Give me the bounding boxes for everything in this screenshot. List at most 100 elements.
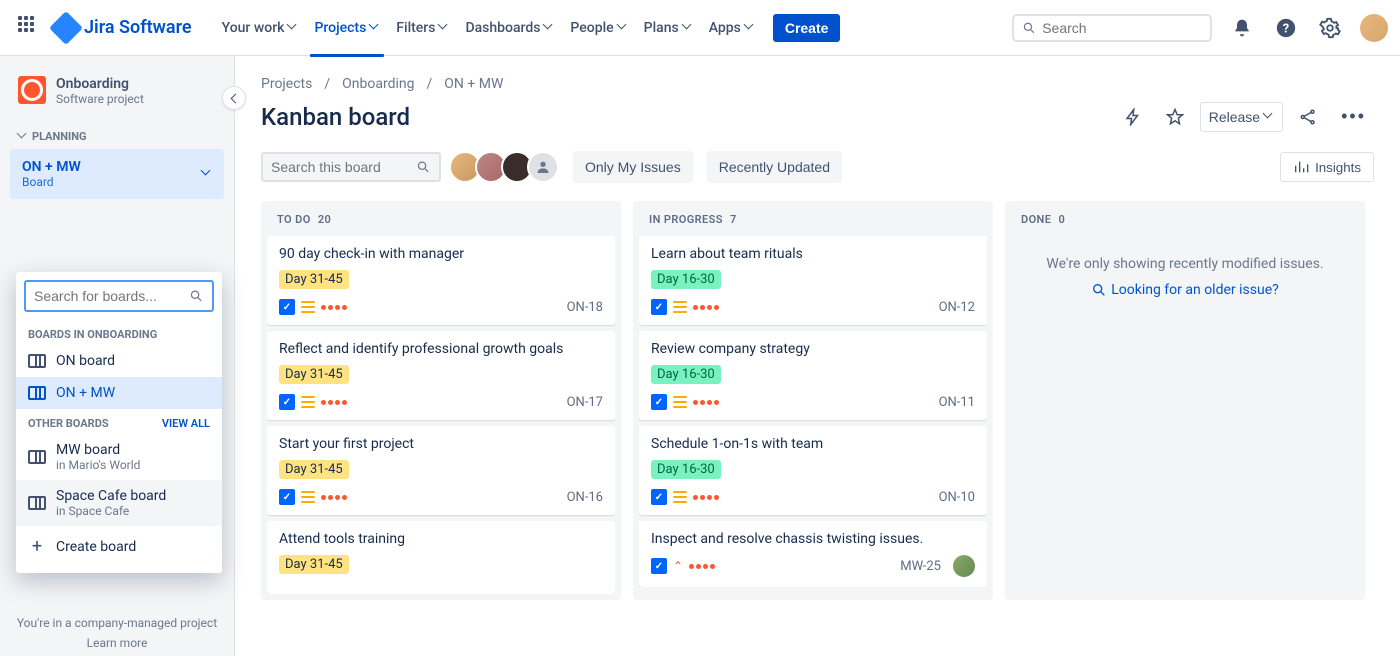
column-label: DONE [1021, 213, 1051, 226]
issue-card[interactable]: Start your first project Day 31-45 ON-16 [267, 426, 615, 515]
issue-key: ON-17 [567, 395, 603, 410]
global-search-input[interactable] [1042, 20, 1202, 36]
breadcrumb-projects[interactable]: Projects [261, 76, 312, 92]
priority-medium-icon [673, 491, 687, 503]
search-icon [189, 288, 204, 304]
column-count: 7 [730, 213, 737, 226]
create-button[interactable]: Create [773, 14, 841, 42]
story-points-icon [321, 400, 347, 405]
planning-section-label[interactable]: PLANNING [10, 122, 224, 149]
nav-apps[interactable]: Apps [703, 16, 761, 40]
issue-card[interactable]: Attend tools training Day 31-45 [267, 521, 615, 594]
board-search-input[interactable] [271, 159, 416, 175]
board-option-on-mw[interactable]: ON + MW [16, 377, 222, 409]
create-board-button[interactable]: + Create board [16, 526, 222, 567]
star-icon[interactable] [1158, 102, 1192, 132]
board-search[interactable] [261, 152, 441, 182]
issue-card[interactable]: Review company strategy Day 16-30 ON-11 [639, 331, 987, 420]
profile-avatar[interactable] [1360, 14, 1388, 42]
automation-icon[interactable] [1116, 102, 1150, 132]
project-name: Onboarding [56, 76, 144, 92]
search-icon [416, 159, 431, 175]
older-issue-link[interactable]: Looking for an older issue? [1091, 282, 1279, 298]
breadcrumb-onboarding[interactable]: Onboarding [342, 76, 414, 92]
jira-logo[interactable]: Jira Software [54, 16, 192, 40]
issue-key: ON-10 [939, 490, 975, 505]
learn-more-link[interactable]: Learn more [0, 636, 234, 650]
issue-card[interactable]: Learn about team rituals Day 16-30 ON-12 [639, 236, 987, 325]
insights-button[interactable]: Insights [1280, 152, 1374, 182]
task-icon [279, 299, 295, 315]
help-icon[interactable]: ? [1272, 14, 1300, 42]
breadcrumb: Projects / Onboarding / ON + MW [261, 76, 1374, 92]
board-search-field[interactable] [24, 280, 214, 312]
column-label: TO DO [277, 213, 311, 226]
chevron-down-icon [202, 169, 212, 179]
settings-icon[interactable] [1316, 14, 1344, 42]
nav-your-work[interactable]: Your work [216, 16, 305, 40]
task-icon [651, 394, 667, 410]
recently-updated-button[interactable]: Recently Updated [707, 151, 842, 183]
board-search-input[interactable] [34, 288, 189, 304]
priority-medium-icon [301, 301, 315, 313]
priority-medium-icon [301, 491, 315, 503]
share-icon[interactable] [1291, 102, 1325, 132]
issue-key: ON-18 [567, 300, 603, 315]
issue-key: ON-11 [939, 395, 975, 410]
assignee-avatar [953, 555, 975, 577]
task-icon [279, 489, 295, 505]
nav-plans[interactable]: Plans [638, 16, 699, 40]
board-option-mw-board[interactable]: MW board in Mario's World [16, 434, 222, 480]
task-icon [651, 489, 667, 505]
priority-medium-icon [301, 396, 315, 408]
collapse-sidebar-button[interactable] [222, 86, 246, 110]
chevron-down-icon [18, 132, 28, 142]
board-selector[interactable]: ON + MW Board [10, 149, 224, 199]
column-count: 0 [1058, 213, 1065, 226]
top-nav: Jira Software Your work Projects Filters… [0, 0, 1400, 56]
nav-projects[interactable]: Projects [308, 16, 386, 40]
chevron-down-icon [618, 23, 628, 33]
nav-filters[interactable]: Filters [390, 16, 455, 40]
primary-nav: Your work Projects Filters Dashboards Pe… [216, 16, 761, 40]
issue-card[interactable]: 90 day check-in with manager Day 31-45 O… [267, 236, 615, 325]
nav-people[interactable]: People [564, 16, 633, 40]
global-search[interactable] [1012, 14, 1212, 42]
task-icon [651, 558, 667, 574]
nav-dashboards[interactable]: Dashboards [459, 16, 560, 40]
issue-card[interactable]: Schedule 1-on-1s with team Day 16-30 ON-… [639, 426, 987, 515]
board-icon [28, 386, 46, 400]
board-icon [28, 354, 46, 368]
main-content: Projects / Onboarding / ON + MW Kanban b… [235, 56, 1400, 656]
board-option-on-board[interactable]: ON board [16, 345, 222, 377]
chevron-down-icon [683, 23, 693, 33]
view-all-link[interactable]: VIEW ALL [162, 417, 210, 430]
issue-card[interactable]: Inspect and resolve chassis twisting iss… [639, 521, 987, 587]
app-switcher-icon[interactable] [18, 16, 42, 40]
release-button[interactable]: Release [1200, 102, 1283, 132]
project-sidebar: Onboarding Software project PLANNING ON … [0, 56, 235, 656]
board-option-space-cafe[interactable]: Space Cafe board in Space Cafe [16, 480, 222, 526]
only-my-issues-button[interactable]: Only My Issues [573, 151, 693, 183]
task-icon [651, 299, 667, 315]
board-icon [28, 496, 46, 510]
plus-icon: + [28, 536, 46, 557]
more-actions-icon[interactable]: ••• [1333, 100, 1374, 133]
story-points-icon [693, 495, 719, 500]
search-icon [1022, 20, 1036, 36]
priority-medium-icon [673, 301, 687, 313]
chevron-down-icon [745, 23, 755, 33]
notifications-icon[interactable] [1228, 14, 1256, 42]
issue-card[interactable]: Reflect and identify professional growth… [267, 331, 615, 420]
story-points-icon [693, 400, 719, 405]
selected-board-sub: Board [22, 175, 81, 189]
project-header[interactable]: Onboarding Software project [10, 76, 224, 122]
project-type: Software project [56, 92, 144, 106]
board-icon [28, 450, 46, 464]
breadcrumb-board[interactable]: ON + MW [444, 76, 503, 92]
add-people-button[interactable] [527, 151, 559, 183]
column-count: 20 [318, 213, 331, 226]
search-icon [1091, 282, 1107, 298]
priority-medium-icon [673, 396, 687, 408]
label-tag: Day 16-30 [651, 365, 721, 384]
